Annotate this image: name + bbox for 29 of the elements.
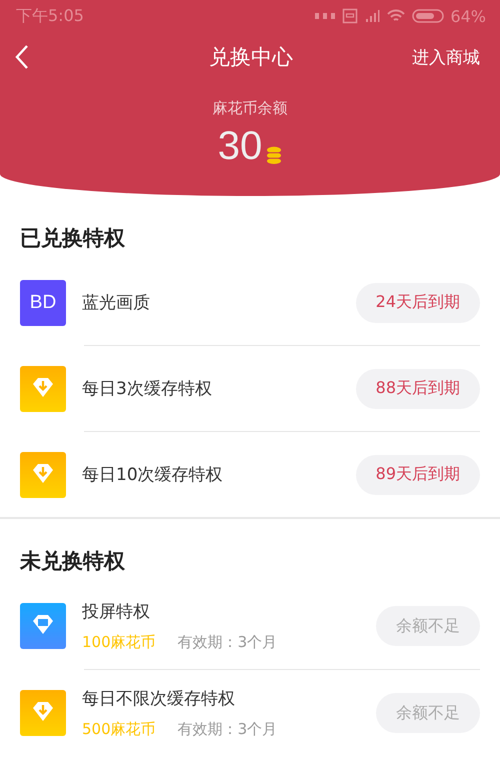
download-icon [20,690,66,736]
download-icon [20,452,66,498]
balance-amount: 30 [218,123,262,170]
expiry-badge: 24天后到期 [356,282,480,322]
coin-stack-icon [266,146,282,164]
sim-icon [342,8,358,24]
validity: 有效期：3个月 [178,720,278,739]
back-icon[interactable] [14,44,30,70]
battery-icon [412,8,444,24]
privilege-name: 每日10次缓存特权 [82,464,224,486]
download-icon [20,366,66,412]
section-title: 未兑换特权 [18,548,126,575]
privilege-name: 每日3次缓存特权 [82,378,213,400]
price: 100麻花币 [82,633,156,652]
bd-icon: BD [20,280,66,326]
privilege-name: 蓝光画质 [82,292,151,314]
mall-link[interactable]: 进入商城 [412,46,480,68]
privilege-name: 投屏特权 [82,601,151,623]
status-time: 下午5:05 [16,6,84,26]
price: 500麻花币 [82,720,156,739]
screen-icon [20,603,66,649]
expiry-badge: 88天后到期 [356,368,480,408]
section-title: 已兑换特权 [19,225,126,252]
privilege-name: 每日不限次缓存特权 [82,688,236,710]
battery-level: 64% [450,6,486,26]
page-title: 兑换中心 [208,44,294,71]
validity: 有效期：3个月 [178,633,278,652]
expiry-badge: 89天后到期 [356,454,480,494]
balance-label: 麻花币余额 [212,99,288,118]
